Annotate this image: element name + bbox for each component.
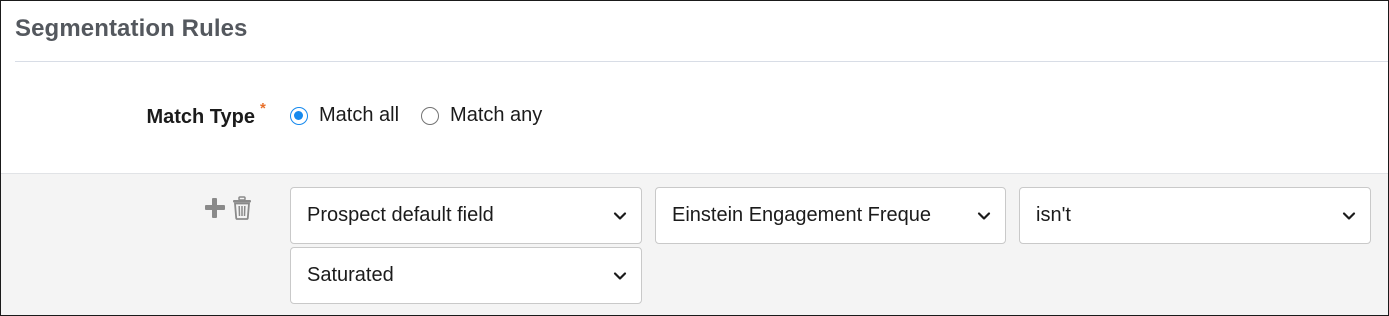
panel-header: Segmentation Rules	[15, 1, 1388, 62]
required-indicator: *	[260, 100, 266, 117]
field-name-value: Einstein Engagement Freque	[672, 204, 932, 226]
match-type-label: Match Type	[146, 106, 255, 128]
chevron-down-icon	[613, 272, 627, 280]
match-any-label: Match any	[450, 104, 543, 126]
operator-value: isn't	[1036, 204, 1071, 226]
field-type-select[interactable]: Prospect default field	[290, 187, 642, 244]
segmentation-rules-panel: Segmentation Rules Match Type * Match al…	[0, 0, 1389, 316]
trash-icon[interactable]	[232, 196, 252, 220]
match-any-radio-option[interactable]: Match any	[421, 104, 542, 127]
rule-row: Prospect default field Einstein Engageme…	[1, 173, 1388, 315]
panel-title: Segmentation Rules	[15, 15, 248, 42]
plus-icon[interactable]	[204, 197, 226, 219]
chevron-down-icon	[613, 212, 627, 220]
match-all-radio[interactable]	[290, 106, 308, 125]
match-type-radio-group: Match all Match any	[290, 104, 564, 127]
chevron-down-icon	[977, 212, 991, 220]
match-type-row: Match Type * Match all Match any	[1, 62, 1388, 173]
match-any-radio[interactable]	[421, 106, 440, 125]
field-type-value: Prospect default field	[307, 204, 494, 226]
match-all-label: Match all	[319, 104, 400, 126]
field-name-select[interactable]: Einstein Engagement Freque	[655, 187, 1006, 244]
chevron-down-icon	[1342, 212, 1356, 220]
rule-actions	[204, 196, 252, 220]
value-select[interactable]: Saturated	[290, 247, 642, 304]
value-value: Saturated	[307, 264, 394, 286]
match-all-radio-option[interactable]: Match all	[290, 104, 399, 127]
operator-select[interactable]: isn't	[1019, 187, 1371, 244]
